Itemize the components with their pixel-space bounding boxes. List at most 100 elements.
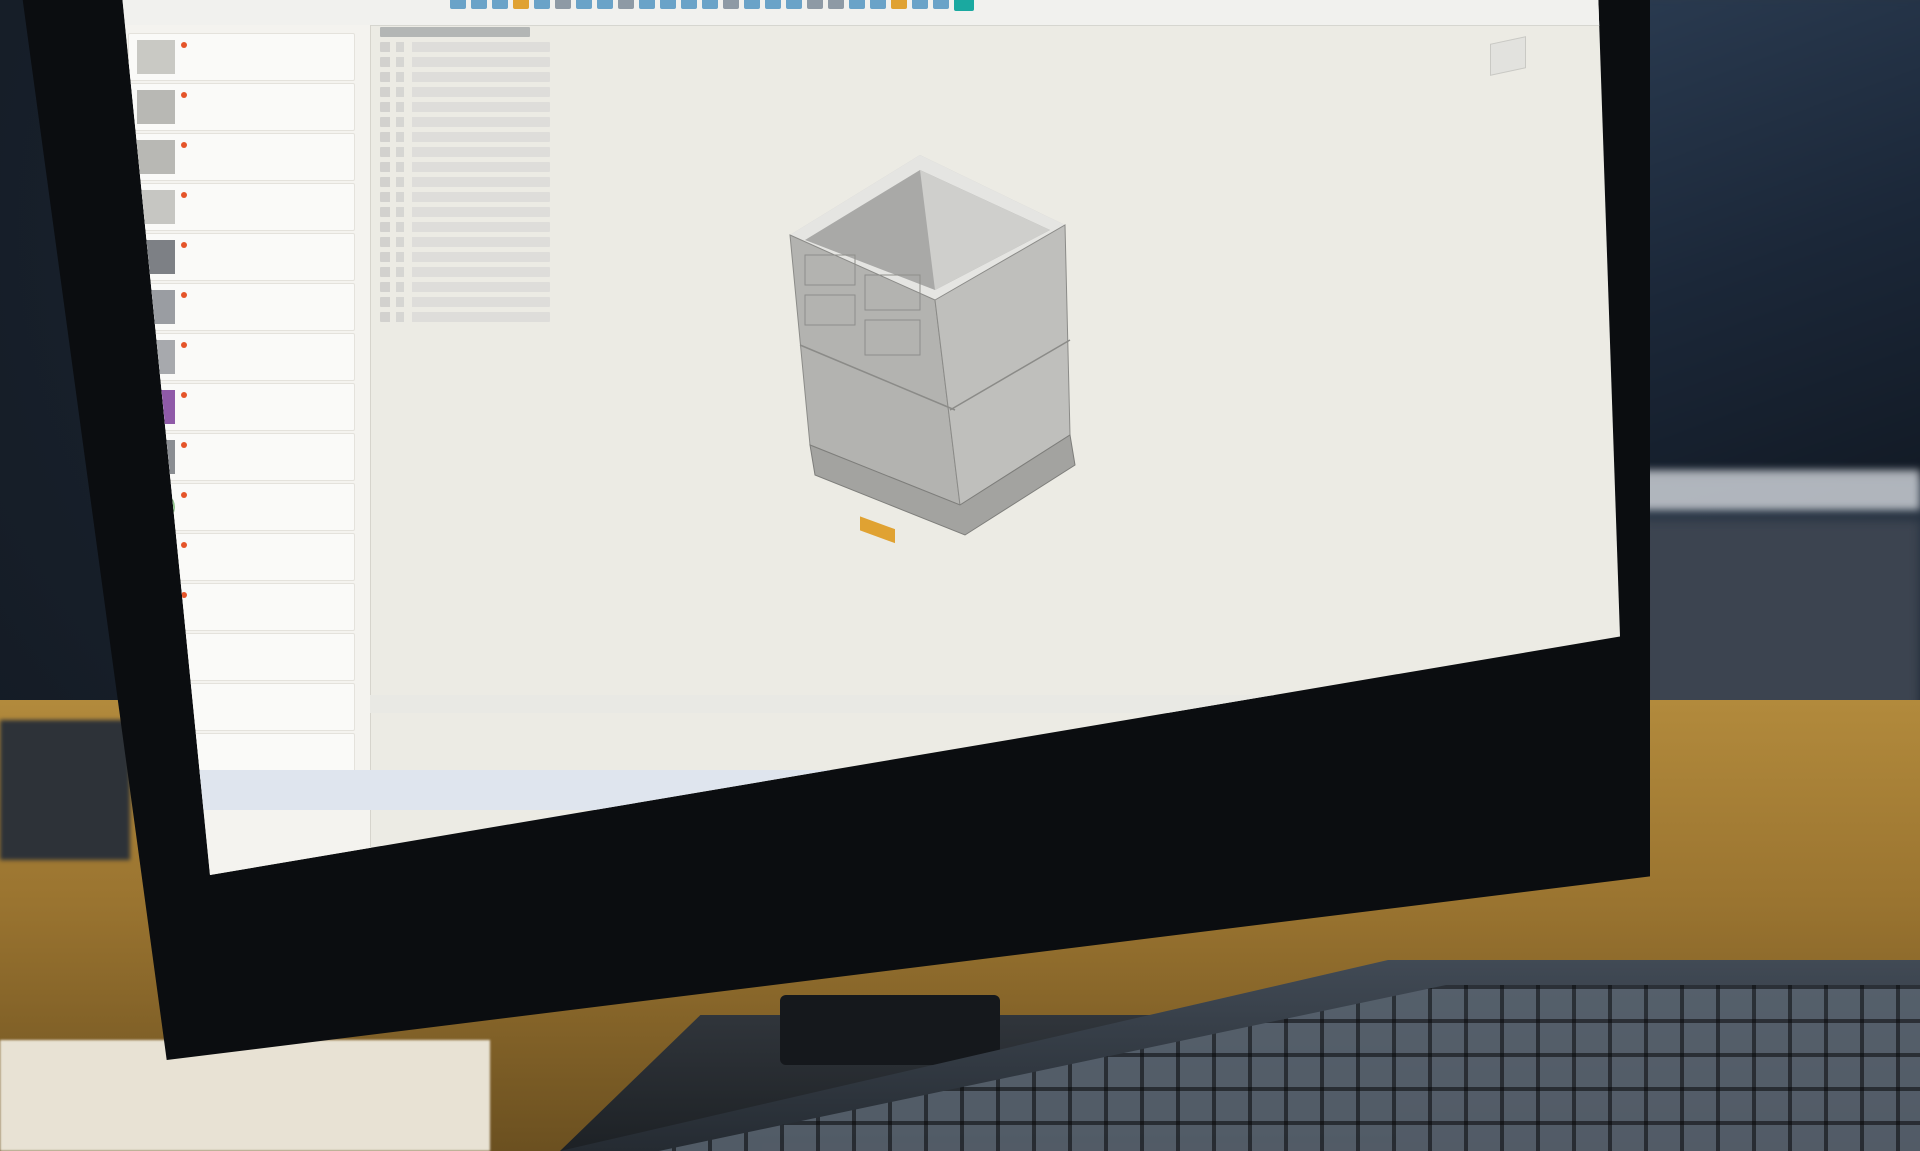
press-pull-icon[interactable] bbox=[639, 0, 655, 9]
status-dot-icon bbox=[181, 342, 187, 348]
taskbar-apps bbox=[930, 780, 1098, 794]
tree-row[interactable] bbox=[380, 57, 550, 67]
tree-row[interactable] bbox=[380, 42, 550, 52]
app-icon[interactable] bbox=[1084, 780, 1098, 794]
tree-row[interactable] bbox=[380, 207, 550, 217]
data-panel-item[interactable] bbox=[128, 283, 355, 331]
timeline-bar bbox=[370, 695, 1620, 713]
tree-row[interactable] bbox=[380, 237, 550, 247]
status-dot-icon bbox=[181, 192, 187, 198]
tree-row[interactable] bbox=[380, 297, 550, 307]
data-panel-item[interactable] bbox=[128, 333, 355, 381]
tree-row[interactable] bbox=[380, 222, 550, 232]
data-panel-item[interactable] bbox=[128, 633, 355, 681]
search-icon bbox=[808, 783, 818, 793]
sketch-icon[interactable] bbox=[450, 0, 466, 9]
data-panel-item[interactable] bbox=[128, 233, 355, 281]
split-icon[interactable] bbox=[765, 0, 781, 9]
align-icon[interactable] bbox=[744, 0, 760, 9]
data-panel-item[interactable] bbox=[128, 533, 355, 581]
data-panel-item[interactable] bbox=[128, 683, 355, 731]
tree-row[interactable] bbox=[380, 102, 550, 112]
joint-icon[interactable] bbox=[828, 0, 844, 9]
measure-icon[interactable] bbox=[912, 0, 928, 9]
viewcube[interactable] bbox=[1490, 36, 1526, 76]
monitor-stand-neck bbox=[780, 995, 1000, 1065]
app-icon[interactable] bbox=[996, 780, 1010, 794]
tree-row[interactable] bbox=[380, 312, 550, 322]
tree-row[interactable] bbox=[380, 87, 550, 97]
tree-row[interactable] bbox=[380, 72, 550, 82]
item-thumbnail bbox=[137, 190, 175, 224]
item-thumbnail bbox=[137, 440, 175, 474]
3d-model-bin[interactable] bbox=[760, 145, 1120, 565]
status-dot-icon bbox=[181, 442, 187, 448]
tree-row[interactable] bbox=[380, 147, 550, 157]
extrude-icon[interactable] bbox=[471, 0, 487, 9]
data-panel-item[interactable] bbox=[128, 483, 355, 531]
paper-stack bbox=[0, 1040, 490, 1151]
app-icon[interactable] bbox=[930, 780, 944, 794]
sweep-icon[interactable] bbox=[534, 0, 550, 9]
app-icon[interactable] bbox=[1040, 780, 1054, 794]
item-thumbnail bbox=[137, 590, 175, 624]
item-thumbnail bbox=[137, 690, 175, 724]
windows-start-icon[interactable] bbox=[780, 782, 794, 796]
status-dot-icon bbox=[181, 492, 187, 498]
item-thumbnail bbox=[137, 40, 175, 74]
taskbar-search[interactable]: Search bbox=[802, 778, 912, 798]
fillet-icon[interactable] bbox=[660, 0, 676, 9]
item-thumbnail bbox=[137, 90, 175, 124]
construct-icon[interactable] bbox=[891, 0, 907, 9]
status-dot-icon bbox=[181, 92, 187, 98]
app-icon[interactable] bbox=[1018, 780, 1032, 794]
tree-row[interactable] bbox=[380, 117, 550, 127]
rib-icon[interactable] bbox=[576, 0, 592, 9]
monitor-screen: Search bbox=[120, 0, 1620, 875]
data-panel-item[interactable] bbox=[128, 383, 355, 431]
status-dot-icon bbox=[181, 592, 187, 598]
pattern-icon[interactable] bbox=[807, 0, 823, 9]
status-dot-icon bbox=[181, 692, 187, 698]
tree-row[interactable] bbox=[380, 132, 550, 142]
loft-icon[interactable] bbox=[555, 0, 571, 9]
select-icon[interactable] bbox=[954, 0, 974, 11]
data-panel-item[interactable] bbox=[128, 433, 355, 481]
revolve-icon[interactable] bbox=[492, 0, 508, 9]
monitor-bezel: Search bbox=[20, 0, 1650, 1060]
as-built-joint-icon[interactable] bbox=[849, 0, 865, 9]
web-icon[interactable] bbox=[597, 0, 613, 9]
toolbar-icons bbox=[450, 0, 1490, 13]
shell-icon[interactable] bbox=[702, 0, 718, 9]
chamfer-icon[interactable] bbox=[681, 0, 697, 9]
item-thumbnail bbox=[137, 240, 175, 274]
tree-row[interactable] bbox=[380, 192, 550, 202]
app-icon[interactable] bbox=[1062, 780, 1076, 794]
item-thumbnail bbox=[137, 640, 175, 674]
item-thumbnail bbox=[137, 390, 175, 424]
insert-icon[interactable] bbox=[933, 0, 949, 9]
combine-icon[interactable] bbox=[786, 0, 802, 9]
data-panel-item[interactable] bbox=[128, 583, 355, 631]
form-icon[interactable] bbox=[513, 0, 529, 9]
item-thumbnail bbox=[137, 740, 175, 774]
status-dot-icon bbox=[181, 142, 187, 148]
move-icon[interactable] bbox=[723, 0, 739, 9]
tree-row[interactable] bbox=[380, 267, 550, 277]
tree-row[interactable] bbox=[380, 252, 550, 262]
tree-row[interactable] bbox=[380, 282, 550, 292]
data-panel-item[interactable] bbox=[128, 183, 355, 231]
data-panel bbox=[120, 25, 371, 875]
tree-row[interactable] bbox=[380, 162, 550, 172]
tree-root-row[interactable] bbox=[380, 27, 530, 37]
tree-row[interactable] bbox=[380, 177, 550, 187]
status-dot-icon bbox=[181, 742, 187, 748]
data-panel-item[interactable] bbox=[128, 83, 355, 131]
folder-icon[interactable] bbox=[952, 780, 966, 794]
offset-plane-icon[interactable] bbox=[870, 0, 886, 9]
data-panel-item[interactable] bbox=[128, 133, 355, 181]
data-panel-item[interactable] bbox=[128, 33, 355, 81]
automate-icon[interactable] bbox=[618, 0, 634, 9]
browser-tree bbox=[380, 27, 570, 367]
chrome-icon[interactable] bbox=[974, 780, 988, 794]
